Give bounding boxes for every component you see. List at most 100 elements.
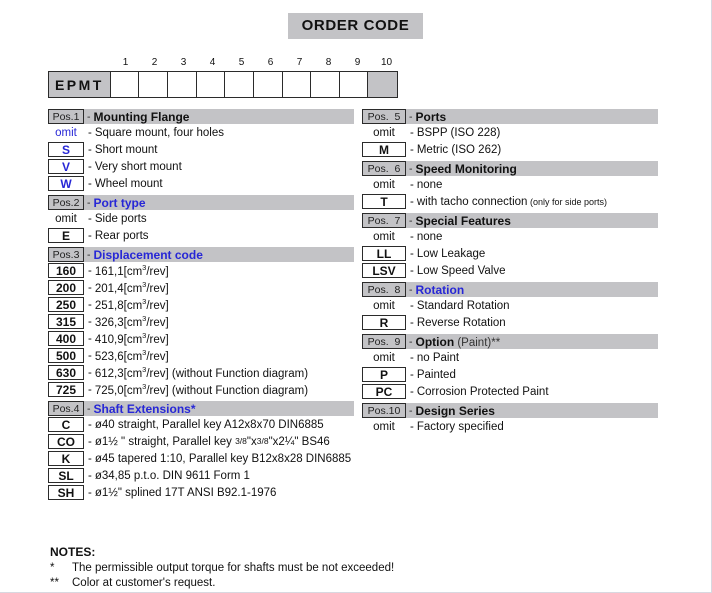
note-marker: *: [50, 562, 55, 574]
order-code-cell-3[interactable]: [168, 72, 197, 97]
order-code-cell-number: 4: [209, 57, 216, 68]
order-code-cell-10[interactable]: [368, 72, 397, 97]
option-code-160[interactable]: 160: [48, 263, 84, 278]
option-code-sl[interactable]: SL: [48, 468, 84, 483]
section-header: Pos. 8- Rotation: [362, 282, 658, 297]
option-dash: -: [88, 486, 92, 499]
option-description: 251,8[cm3/rev]: [94, 297, 169, 312]
option-description-note: (only for side ports): [527, 196, 607, 207]
option-code-pc[interactable]: PC: [362, 384, 406, 399]
option-code-250[interactable]: 250: [48, 297, 84, 312]
section-design-series: Pos.10- Design Series omit - Factory specifi…: [362, 403, 658, 435]
option-row: 315-326,3[cm3/rev]: [48, 313, 354, 330]
option-row: omit - none: [362, 176, 658, 193]
option-code-ll[interactable]: LL: [362, 246, 406, 261]
order-code-cell-number: 10: [380, 57, 393, 68]
option-code-p[interactable]: P: [362, 367, 406, 382]
option-code-500[interactable]: 500: [48, 348, 84, 363]
option-description: ø1½" splined 17T ANSI B92.1-1976: [94, 486, 277, 499]
option-code-sh[interactable]: SH: [48, 485, 84, 500]
section-title: Speed Monitoring: [415, 161, 517, 176]
header-dash: -: [87, 402, 91, 415]
option-dash: -: [410, 264, 414, 277]
option-dash: -: [88, 160, 92, 173]
option-dash: -: [88, 383, 92, 396]
section-title: Ports: [415, 109, 447, 124]
header-dash: -: [87, 196, 91, 209]
option-description: Rear ports: [94, 229, 149, 242]
option-description: Reverse Rotation: [416, 316, 506, 329]
option-dash: -: [88, 264, 92, 277]
option-row: 500-523,6[cm3/rev]: [48, 347, 354, 364]
section-header: Pos. 6- Speed Monitoring: [362, 161, 658, 176]
section-title-sub: (Paint)**: [454, 336, 501, 349]
position-tag: Pos. 6: [362, 161, 406, 176]
order-code-cell-9[interactable]: [339, 72, 369, 97]
section-header: Pos.4- Shaft Extensions*: [48, 401, 354, 416]
order-code-cell-2[interactable]: [139, 72, 169, 97]
option-code-w[interactable]: W: [48, 176, 84, 191]
option-code-co[interactable]: CO: [48, 434, 84, 449]
option-code-m[interactable]: M: [362, 142, 406, 157]
option-code-200[interactable]: 200: [48, 280, 84, 295]
position-tag: Pos.4: [48, 401, 84, 416]
option-code-r[interactable]: R: [362, 315, 406, 330]
section-option: Pos. 9- Option (Paint)** omit - no Paint P - Pa…: [362, 334, 658, 400]
option-dash: -: [88, 143, 92, 156]
option-dash: -: [88, 126, 92, 139]
order-code-cell-6[interactable]: [253, 72, 283, 97]
note-text: The permissible output torque for shafts…: [72, 562, 395, 574]
order-code-cell-7[interactable]: [282, 72, 312, 97]
order-code-cell-4[interactable]: [196, 72, 226, 97]
order-code-page: ORDER CODE 1 2 3 4 5 6 7 8 9 10 EPMT Pos.1- Mounti…: [0, 0, 712, 593]
order-code-cell-number: 7: [296, 57, 303, 68]
option-dash: -: [88, 349, 92, 362]
option-description: 612,3[cm3/rev] (without Function diagram…: [94, 365, 309, 380]
order-code-cell-1[interactable]: [110, 72, 140, 97]
option-row: W - Wheel mount: [48, 175, 354, 192]
order-code-cell-number: 8: [325, 57, 332, 68]
section-title: Displacement code: [93, 247, 203, 262]
option-code-725[interactable]: 725: [48, 382, 84, 397]
order-code-cell-8[interactable]: [311, 72, 340, 97]
option-dash: -: [410, 143, 414, 156]
option-row: 250-251,8[cm3/rev]: [48, 296, 354, 313]
section-title: Design Series: [415, 403, 495, 418]
option-code-t[interactable]: T: [362, 194, 406, 209]
option-code-315[interactable]: 315: [48, 314, 84, 329]
option-code-630[interactable]: 630: [48, 365, 84, 380]
section-title: Option (Paint)**: [415, 334, 501, 349]
option-dash: -: [88, 298, 92, 311]
option-code-e[interactable]: E: [48, 228, 84, 243]
option-code-omit: omit: [55, 212, 77, 225]
section-speed-monitoring: Pos. 6- Speed Monitoring omit - none T - with t…: [362, 161, 658, 210]
section-header: Pos. 9- Option (Paint)**: [362, 334, 658, 349]
section-title: Shaft Extensions*: [93, 401, 196, 416]
option-code-omit: omit: [373, 230, 395, 243]
option-code-400[interactable]: 400: [48, 331, 84, 346]
header-dash: -: [87, 110, 91, 123]
option-row: omit - Factory specified: [362, 418, 658, 435]
option-row: LL - Low Leakage: [362, 245, 658, 262]
header-dash: -: [87, 248, 91, 261]
option-dash: -: [88, 281, 92, 294]
option-code-k[interactable]: K: [48, 451, 84, 466]
option-description: with tacho connection (only for side por…: [416, 195, 607, 208]
option-code-omit: omit: [55, 126, 77, 139]
option-code-s[interactable]: S: [48, 142, 84, 157]
order-code-cell-number: 3: [180, 57, 187, 68]
option-code-v[interactable]: V: [48, 159, 84, 174]
option-code-c[interactable]: C: [48, 417, 84, 432]
option-dash: -: [410, 195, 414, 208]
option-code-omit: omit: [373, 126, 395, 139]
order-code-cell-5[interactable]: [225, 72, 254, 97]
header-dash: -: [409, 110, 413, 123]
option-row: 725-725,0[cm3/rev] (without Function dia…: [48, 381, 354, 398]
notes-heading: NOTES:: [50, 545, 96, 559]
section-header: Pos.3- Displacement code: [48, 247, 354, 262]
option-code-lsv[interactable]: LSV: [362, 263, 406, 278]
option-description: Corrosion Protected Paint: [416, 385, 549, 398]
option-code-omit: omit: [373, 178, 395, 191]
option-code-omit: omit: [373, 351, 395, 364]
option-description: 523,6[cm3/rev]: [94, 348, 169, 363]
